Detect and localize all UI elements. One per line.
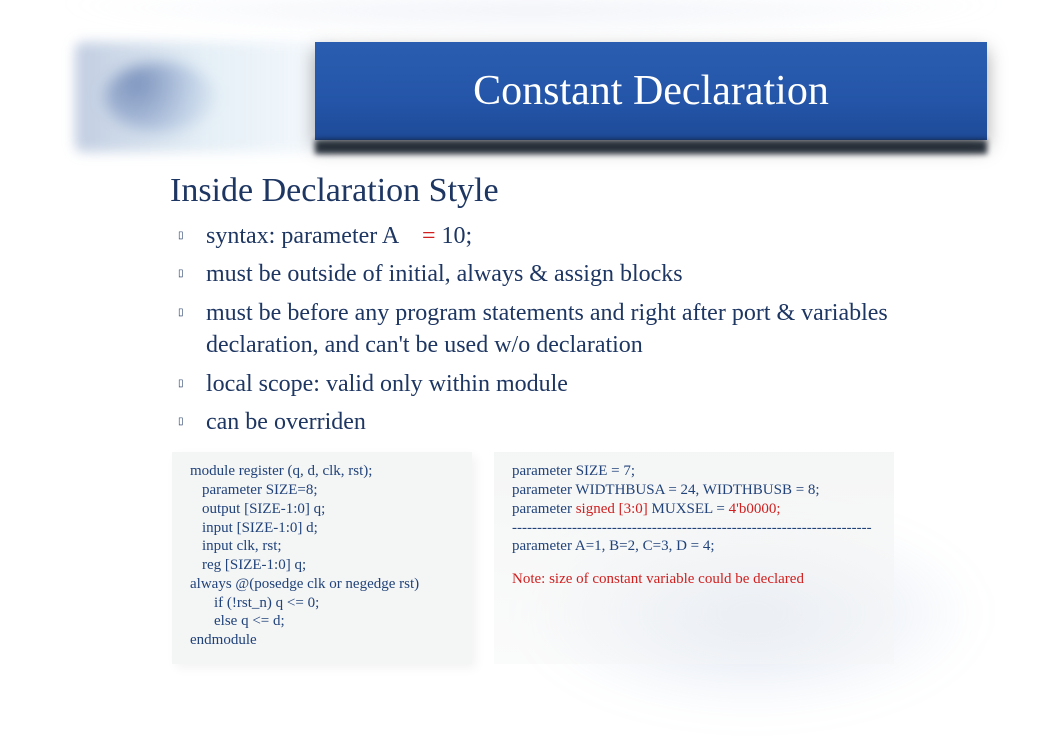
code-line: ----------------------------------------… <box>512 519 876 538</box>
list-item-text: must be before any program statements an… <box>206 297 962 362</box>
list-item: ▯ local scope: valid only within module <box>178 368 962 400</box>
code-line: output [SIZE-1:0] q; <box>190 500 454 519</box>
code-line: input clk, rst; <box>190 537 454 556</box>
bullet-list: ▯ syntax: parameter A = 10; ▯ must be ou… <box>178 220 962 438</box>
syntax-prefix: syntax: parameter A <box>206 223 404 249</box>
code-box-left: module register (q, d, clk, rst); parame… <box>172 452 472 664</box>
code-line: endmodule <box>190 631 454 650</box>
code-fragment: MUXSEL = <box>648 501 729 517</box>
slide: Constant Declaration Inside Declaration … <box>0 0 1062 753</box>
list-item-text: syntax: parameter A = 10; <box>206 220 962 252</box>
code-line: parameter signed [3:0] MUXSEL = 4'b0000; <box>512 500 876 519</box>
title-band: Constant Declaration <box>315 42 987 140</box>
code-line: else q <= d; <box>190 612 454 631</box>
code-note: Note: size of constant variable could be… <box>512 570 876 589</box>
code-box-right: parameter SIZE = 7; parameter WIDTHBUSA … <box>494 452 894 664</box>
code-line: always @(posedge clk or negedge rst) <box>190 575 454 594</box>
list-item: ▯ must be before any program statements … <box>178 297 962 362</box>
spacer <box>512 556 876 570</box>
bullet-icon: ▯ <box>178 406 206 427</box>
bullet-icon: ▯ <box>178 368 206 389</box>
heading-text: Inside Declaration Style <box>170 172 499 210</box>
code-line: module register (q, d, clk, rst); <box>190 462 454 481</box>
bullet-icon: ▯ <box>178 220 206 241</box>
bullet-icon: ▯ <box>178 258 206 279</box>
code-fragment: parameter <box>512 501 576 517</box>
code-line: parameter SIZE = 7; <box>512 462 876 481</box>
code-line: parameter WIDTHBUSA = 24, WIDTHBUSB = 8; <box>512 481 876 500</box>
header-decoration <box>75 42 335 152</box>
code-fragment-highlight: 4'b0000; <box>729 501 781 517</box>
syntax-semicolon: ; <box>466 223 473 249</box>
list-item-text: local scope: valid only within module <box>206 368 962 400</box>
code-line: if (!rst_n) q <= 0; <box>190 594 454 613</box>
bullet-icon: ▯ <box>178 297 206 318</box>
code-fragment-highlight: signed [3:0] <box>576 501 648 517</box>
code-line: reg [SIZE-1:0] q; <box>190 556 454 575</box>
syntax-value: 10 <box>436 223 466 249</box>
slide-header: Constant Declaration <box>75 32 987 162</box>
slide-title: Constant Declaration <box>315 42 987 140</box>
code-area: module register (q, d, clk, rst); parame… <box>172 452 962 664</box>
content-area: Inside Declaration Style ▯ syntax: param… <box>130 172 962 664</box>
list-item: ▯ syntax: parameter A = 10; <box>178 220 962 252</box>
list-item: ▯ must be outside of initial, always & a… <box>178 258 962 290</box>
heading-row: Inside Declaration Style <box>130 172 962 210</box>
list-item-text: must be outside of initial, always & ass… <box>206 258 962 290</box>
list-item-text: can be overriden <box>206 406 962 438</box>
code-line: input [SIZE-1:0] d; <box>190 519 454 538</box>
code-line: parameter A=1, B=2, C=3, D = 4; <box>512 537 876 556</box>
list-item: ▯ can be overriden <box>178 406 962 438</box>
code-line: parameter SIZE=8; <box>190 481 454 500</box>
syntax-equals: = <box>422 223 436 249</box>
